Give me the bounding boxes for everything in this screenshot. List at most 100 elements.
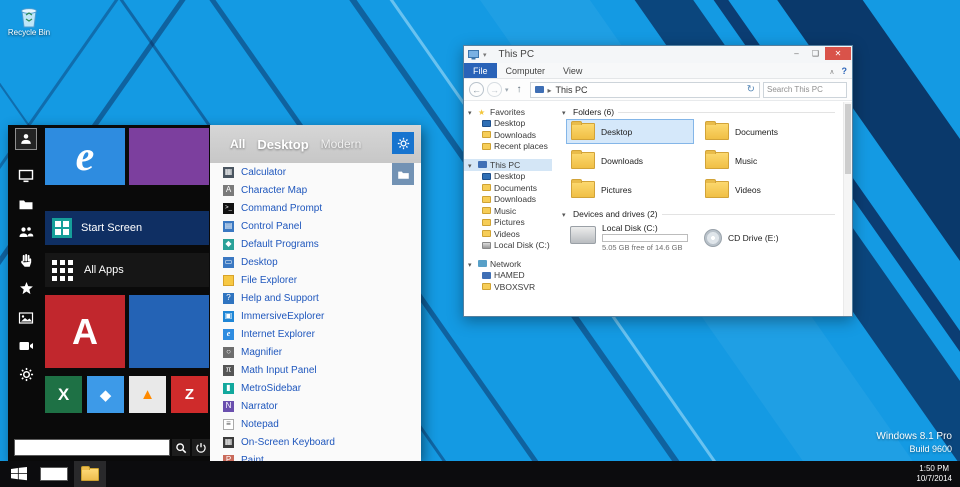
tab-modern[interactable]: Modern xyxy=(321,137,362,151)
app-item-notepad[interactable]: ≡Notepad xyxy=(223,415,421,433)
power-button[interactable] xyxy=(192,439,210,456)
nav-pc-pictures[interactable]: Pictures xyxy=(464,217,552,229)
drive-item-cd[interactable]: CD Drive (E:) xyxy=(700,221,834,254)
people-icon[interactable] xyxy=(15,221,37,243)
app-item-math-input-panel[interactable]: πMath Input Panel xyxy=(223,361,421,379)
history-dropdown-icon[interactable]: ▾ xyxy=(505,86,509,94)
folder-item-documents[interactable]: Documents xyxy=(700,119,828,144)
app-item-file-explorer[interactable]: File Explorer xyxy=(223,271,421,289)
app-item-paint[interactable]: PPaint xyxy=(223,451,421,461)
maximize-button[interactable] xyxy=(806,47,825,60)
expander-icon[interactable] xyxy=(468,107,475,117)
gear-icon[interactable] xyxy=(15,363,37,385)
app-item-immersive-explorer[interactable]: ▣ImmersiveExplorer xyxy=(223,307,421,325)
nav-net-hamed[interactable]: HAMED xyxy=(464,270,552,282)
settings-gear-button[interactable] xyxy=(392,132,414,154)
nav-net-vboxsvr[interactable]: VBOXSVR xyxy=(464,281,552,293)
vertical-scrollbar[interactable] xyxy=(843,102,852,316)
adobe-reader-tile[interactable]: A xyxy=(45,295,125,368)
user-icon[interactable] xyxy=(15,128,37,150)
nav-fav-recent-places[interactable]: Recent places xyxy=(464,141,552,153)
breadcrumb[interactable]: This PC xyxy=(530,82,760,98)
office-grid-tile[interactable] xyxy=(129,295,209,368)
folder-item-videos[interactable]: Videos xyxy=(700,177,828,202)
app-item-default-programs[interactable]: ◆Default Programs xyxy=(223,235,421,253)
taskbar-clock[interactable]: 1:50 PM 10/7/2014 xyxy=(916,464,952,485)
quick-access-toolbar-icon[interactable]: ▾ xyxy=(483,51,487,59)
close-button[interactable] xyxy=(825,47,851,60)
recycle-bin[interactable]: Recycle Bin xyxy=(6,4,52,37)
app-item-help-and-support[interactable]: ?Help and Support xyxy=(223,289,421,307)
explorer-shortcut-button[interactable] xyxy=(392,163,414,185)
nav-this-pc[interactable]: This PC xyxy=(464,159,552,171)
devices-group-header[interactable]: Devices and drives (2) xyxy=(562,209,843,219)
archiver-tile[interactable]: Z xyxy=(171,376,208,413)
taskbar-search-input[interactable] xyxy=(40,467,68,481)
excel-tile[interactable]: X xyxy=(45,376,82,413)
video-icon[interactable] xyxy=(15,335,37,357)
expander-icon[interactable] xyxy=(468,259,475,269)
app-item-narrator[interactable]: NNarrator xyxy=(223,397,421,415)
app-item-internet-explorer[interactable]: eInternet Explorer xyxy=(223,325,421,343)
nav-fav-downloads[interactable]: Downloads xyxy=(464,129,552,141)
picture-icon[interactable] xyxy=(15,307,37,329)
app-item-on-screen-keyboard[interactable]: ▦On-Screen Keyboard xyxy=(223,433,421,451)
internet-explorer-tile[interactable]: e xyxy=(45,128,125,185)
app-item-metro-sidebar[interactable]: ▮MetroSidebar xyxy=(223,379,421,397)
app-item-desktop[interactable]: ▭Desktop xyxy=(223,253,421,271)
drive-item-local-disk[interactable]: Local Disk (C:) 5.05 GB free of 14.6 GB xyxy=(566,221,700,254)
all-apps-tile[interactable]: All Apps xyxy=(45,253,209,287)
folder-item-desktop[interactable]: Desktop xyxy=(566,119,694,144)
help-icon[interactable] xyxy=(842,66,848,76)
nav-pc-documents[interactable]: Documents xyxy=(464,182,552,194)
nav-favorites[interactable]: Favorites xyxy=(464,106,552,118)
hand-icon[interactable] xyxy=(15,249,37,271)
narrator-icon: N xyxy=(223,401,234,412)
tab-computer[interactable]: Computer xyxy=(497,63,555,78)
breadcrumb-root[interactable]: This PC xyxy=(556,85,588,95)
folder-icon xyxy=(705,181,729,198)
refresh-icon[interactable] xyxy=(747,84,755,95)
internet-explorer-icon: e xyxy=(223,329,234,340)
minimize-ribbon-icon[interactable] xyxy=(829,66,834,76)
folders-group-header[interactable]: Folders (6) xyxy=(562,107,843,117)
back-button[interactable]: ← xyxy=(469,82,484,97)
app-item-magnifier[interactable]: ○Magnifier xyxy=(223,343,421,361)
expander-icon[interactable] xyxy=(468,160,475,170)
folder-item-music[interactable]: Music xyxy=(700,148,828,173)
start-menu-app-list: All Desktop Modern ▦Calculator ACharacte… xyxy=(210,125,421,461)
app-item-control-panel[interactable]: ▤Control Panel xyxy=(223,217,421,235)
app-item-command-prompt[interactable]: >_Command Prompt xyxy=(223,199,421,217)
search-button[interactable] xyxy=(172,439,190,456)
nav-network[interactable]: Network xyxy=(464,258,552,270)
nav-pc-local-disk[interactable]: Local Disk (C:) xyxy=(464,240,552,252)
nav-pc-downloads[interactable]: Downloads xyxy=(464,194,552,206)
start-button[interactable] xyxy=(0,461,38,487)
vlc-tile[interactable]: ▲ xyxy=(129,376,166,413)
disk-usage-bar xyxy=(602,234,688,242)
nav-pc-desktop[interactable]: Desktop xyxy=(464,171,552,183)
nav-pc-videos[interactable]: Videos xyxy=(464,228,552,240)
start-screen-tile[interactable]: Start Screen xyxy=(45,211,209,245)
minimize-button[interactable] xyxy=(787,47,806,60)
nav-fav-desktop[interactable]: Desktop xyxy=(464,118,552,130)
tab-view[interactable]: View xyxy=(554,63,591,78)
start-search-input[interactable] xyxy=(14,439,170,456)
display-icon[interactable] xyxy=(15,165,37,187)
folder-item-pictures[interactable]: Pictures xyxy=(566,177,694,202)
tab-file[interactable]: File xyxy=(464,63,497,78)
forward-button[interactable]: → xyxy=(487,82,502,97)
scrollbar-thumb[interactable] xyxy=(845,104,851,174)
nav-pc-music[interactable]: Music xyxy=(464,205,552,217)
dropbox-tile[interactable]: ◆ xyxy=(87,376,124,413)
title-bar[interactable]: ▾ This PC xyxy=(464,46,852,63)
tab-all[interactable]: All xyxy=(230,137,245,151)
search-input[interactable] xyxy=(763,82,847,98)
folder-icon[interactable] xyxy=(15,193,37,215)
keypad-app-tile[interactable] xyxy=(129,128,209,185)
up-button[interactable]: ↑ xyxy=(512,82,527,97)
folder-item-downloads[interactable]: Downloads xyxy=(566,148,694,173)
tab-desktop[interactable]: Desktop xyxy=(257,137,308,152)
taskbar-file-explorer-button[interactable] xyxy=(74,461,106,487)
star-icon[interactable] xyxy=(15,277,37,299)
